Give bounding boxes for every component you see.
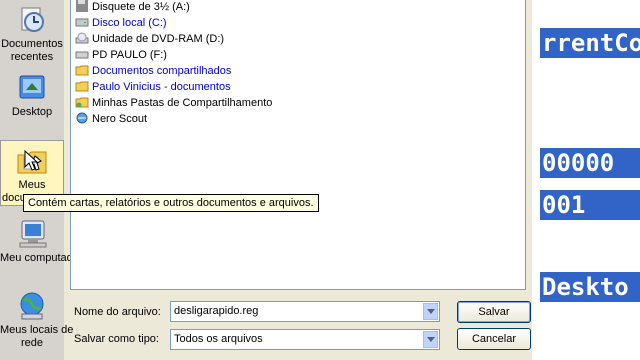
file-item-label: Minhas Pastas de Compartilhamento [92,97,273,109]
highlighted-text-line: 00000 [540,148,640,178]
place-label: Desktop [11,106,53,118]
place-label: Meu computador [0,252,83,264]
tooltip: Contém cartas, relatórios e outros docum… [23,194,319,212]
file-list[interactable]: Disquete de 3½ (A:) Disco local (C:) Uni… [70,0,526,290]
place-meu-computador[interactable]: Meu computador [0,214,83,274]
highlighted-text-line: rrentCo [540,28,640,58]
place-label-2: rede [20,337,44,349]
highlighted-text-line: Deskto [540,272,640,302]
file-item-minhas-pastas[interactable]: Minhas Pastas de Compartilhamento [75,95,272,111]
file-item-pd-paulo[interactable]: PD PAULO (F:) [75,47,167,63]
filetype-dropdown-button[interactable] [423,331,438,348]
file-item-documentos-compartilhados[interactable]: Documentos compartilhados [75,63,231,79]
place-meus-locais-de-rede[interactable]: Meus locais de rede [0,286,74,352]
file-item-disco-local[interactable]: Disco local (C:) [75,15,167,31]
filename-label: Nome do arquivo: [74,306,161,318]
my-computer-icon [19,220,47,248]
file-item-label: Disquete de 3½ (A:) [92,1,190,13]
desktop-icon [19,75,45,99]
file-item-label: Paulo Vinicius - documentos [92,81,231,93]
place-desktop[interactable]: Desktop [0,72,64,124]
file-item-label: PD PAULO (F:) [92,49,167,61]
file-item-paulo-documentos[interactable]: Paulo Vinicius - documentos [75,79,231,95]
cancel-button[interactable]: Cancelar [457,328,531,350]
file-item-floppy[interactable]: Disquete de 3½ (A:) [75,0,190,15]
chevron-down-icon [426,309,435,314]
place-label: Meus locais de [0,324,74,336]
network-places-icon [20,292,44,320]
filetype-select[interactable]: Todos os arquivos [170,329,440,350]
highlighted-text-line: 001 [540,190,640,220]
recent-documents-icon [21,7,44,32]
filename-input[interactable]: desligarapido.reg [174,305,258,317]
place-label-2: recentes [10,51,54,63]
filename-dropdown-button[interactable] [423,303,438,320]
file-item-label: Nero Scout [92,113,148,125]
removable-drive-icon [75,51,89,59]
mouse-cursor-icon [24,150,38,171]
shared-folder-icon [75,97,89,108]
filename-combo[interactable]: desligarapido.reg [170,301,440,322]
folder-icon [75,81,89,92]
place-documentos-recentes[interactable]: Documentos recentes [0,0,64,63]
save-button[interactable]: Salvar [457,301,531,323]
filetype-label: Salvar como tipo: [74,333,159,345]
dvd-drive-icon [75,32,89,44]
file-item-label: Disco local (C:) [92,17,167,29]
places-bar: Documentos recentes Desktop Meus documen… [0,0,83,360]
chevron-down-icon [426,337,435,342]
filetype-value: Todos os arquivos [174,333,263,345]
floppy-icon [76,0,88,12]
place-label: Meus [18,179,46,191]
folder-icon [75,65,89,76]
file-item-label: Documentos compartilhados [92,65,232,77]
background-editor-window: rrentCo 00000 001 Deskto [532,0,640,360]
file-item-nero-scout[interactable]: Nero Scout [75,111,147,127]
file-item-label: Unidade de DVD-RAM (D:) [92,33,225,45]
file-item-dvd[interactable]: Unidade de DVD-RAM (D:) [75,31,224,47]
hard-drive-icon [75,18,89,27]
place-label: Documentos [1,38,63,50]
nero-scout-icon [76,112,88,124]
